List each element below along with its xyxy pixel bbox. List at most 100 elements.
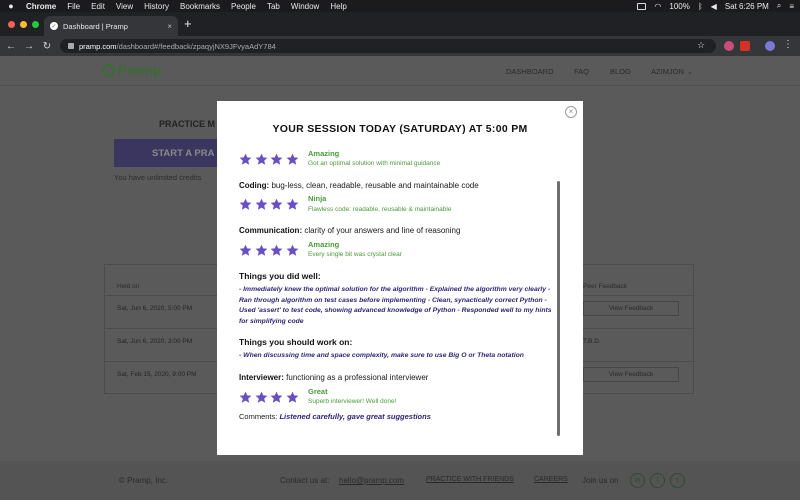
criterion-description: functioning as a professional interviewe… bbox=[286, 373, 429, 382]
rating-label: Amazing bbox=[308, 240, 340, 249]
comments-label: Comments: bbox=[239, 412, 278, 421]
bookmark-star-icon[interactable]: ☆ bbox=[697, 40, 710, 53]
menu-window[interactable]: Window bbox=[291, 2, 319, 11]
star-rating-communication bbox=[239, 244, 301, 257]
modal-close-icon[interactable]: × bbox=[565, 106, 577, 118]
work-on-text: - When discussing time and space complex… bbox=[239, 352, 524, 359]
twitter-icon[interactable]: t bbox=[670, 473, 685, 488]
star-icon bbox=[255, 391, 268, 404]
browser-tab-strip: ✓ Dashboard | Pramp × + bbox=[0, 12, 800, 36]
practice-heading: PRACTICE M bbox=[159, 119, 215, 129]
forward-arrow-icon[interactable]: → bbox=[22, 41, 36, 52]
star-icon bbox=[270, 244, 283, 257]
reload-icon[interactable]: ↻ bbox=[40, 41, 54, 52]
star-icon bbox=[239, 244, 252, 257]
menubar-clock[interactable]: Sat 6:26 PM bbox=[725, 2, 769, 11]
feedback-modal: × YOUR SESSION TODAY (SATURDAY) AT 5:00 … bbox=[217, 101, 583, 455]
row-date: Sat, Feb 15, 2020, 9:00 PM bbox=[117, 371, 197, 378]
address-bar[interactable]: pramp.com/dashboard#/feedback/zpaqyjNX9J… bbox=[60, 39, 716, 53]
star-icon bbox=[270, 153, 283, 166]
site-header: ✓ Pramp DASHBOARD FAQ BLOG AZIMJON ⌄ bbox=[0, 56, 800, 86]
menu-app-name[interactable]: Chrome bbox=[26, 2, 56, 11]
work-on-heading: Things you should work on: bbox=[239, 337, 353, 347]
mac-menubar: ● Chrome File Edit View History Bookmark… bbox=[0, 0, 800, 12]
modal-title: YOUR SESSION TODAY (SATURDAY) AT 5:00 PM bbox=[272, 123, 528, 135]
star-rating-coding bbox=[239, 198, 301, 211]
extension-icon[interactable] bbox=[724, 41, 734, 51]
start-practice-button[interactable]: START A PRA bbox=[114, 139, 218, 167]
close-window-button[interactable] bbox=[8, 21, 15, 28]
rating-description: Flawless code: readable, reusable & main… bbox=[308, 206, 452, 213]
profile-avatar[interactable] bbox=[765, 41, 775, 51]
tab-title: Dashboard | Pramp bbox=[63, 21, 128, 31]
star-icon bbox=[286, 153, 299, 166]
volume-icon[interactable]: ◀ bbox=[711, 2, 717, 11]
menu-tab[interactable]: Tab bbox=[267, 2, 280, 11]
menu-help[interactable]: Help bbox=[330, 2, 346, 11]
criterion-description: bug-less, clean, readable, reusable and … bbox=[271, 181, 479, 190]
maximize-window-button[interactable] bbox=[32, 21, 39, 28]
wifi-icon[interactable]: ◠ bbox=[654, 2, 661, 11]
check-logo-icon: ✓ bbox=[102, 63, 115, 77]
star-icon bbox=[286, 198, 299, 211]
search-icon[interactable]: ⌕ bbox=[777, 1, 781, 11]
gmail-extension-icon[interactable] bbox=[740, 41, 750, 51]
tab-close-icon[interactable]: × bbox=[167, 22, 172, 31]
menu-bookmarks[interactable]: Bookmarks bbox=[180, 2, 220, 11]
apple-icon[interactable]: ● bbox=[6, 1, 16, 11]
col-peer-feedback: Peer Feedback bbox=[583, 283, 628, 290]
bluetooth-icon[interactable]: ᛒ bbox=[698, 2, 703, 11]
menu-edit[interactable]: Edit bbox=[91, 2, 105, 11]
browser-tab[interactable]: ✓ Dashboard | Pramp × bbox=[44, 16, 178, 36]
url-host: pramp.com bbox=[79, 41, 117, 51]
star-rating-overall bbox=[239, 153, 301, 166]
view-feedback-button[interactable]: View Feedback bbox=[583, 301, 679, 316]
linkedin-icon[interactable]: in bbox=[630, 473, 645, 488]
logo-text: Pramp bbox=[118, 62, 162, 78]
footer-contact-label: Contact us at: bbox=[280, 476, 330, 485]
menu-people[interactable]: People bbox=[231, 2, 256, 11]
star-icon bbox=[270, 391, 283, 404]
menu-file[interactable]: File bbox=[67, 2, 80, 11]
comments-line: Comments: Listened carefully, gave great… bbox=[239, 412, 431, 421]
criterion-name: Communication: bbox=[239, 226, 303, 235]
star-icon bbox=[286, 391, 299, 404]
menu-view[interactable]: View bbox=[116, 2, 133, 11]
footer-join-label: Join us on bbox=[582, 476, 619, 485]
criterion-interviewer: Interviewer: functioning as a profession… bbox=[239, 373, 428, 382]
screen-icon[interactable] bbox=[637, 2, 647, 10]
credits-text: You have unlimited credits bbox=[114, 173, 202, 182]
rating-description: Superb interviewer! Well done! bbox=[308, 398, 397, 405]
nav-user[interactable]: AZIMJON bbox=[651, 67, 684, 76]
new-tab-button[interactable]: + bbox=[184, 17, 192, 31]
star-rating-interviewer bbox=[239, 391, 301, 404]
star-icon bbox=[239, 391, 252, 404]
star-icon bbox=[255, 153, 268, 166]
list-icon[interactable]: ≡ bbox=[789, 2, 794, 11]
row-status: T.B.D. bbox=[583, 338, 601, 345]
col-held-on: Held on bbox=[117, 283, 140, 290]
chevron-down-icon[interactable]: ⌄ bbox=[687, 67, 693, 76]
modal-scrollbar[interactable] bbox=[557, 181, 560, 436]
view-feedback-button[interactable]: View Feedback bbox=[583, 367, 679, 382]
facebook-icon[interactable]: f bbox=[650, 473, 665, 488]
minimize-window-button[interactable] bbox=[20, 21, 27, 28]
lock-icon[interactable] bbox=[68, 43, 74, 49]
nav-faq[interactable]: FAQ bbox=[574, 67, 589, 76]
row-date: Sat, Jun 6, 2020, 3:00 PM bbox=[117, 338, 193, 345]
comments-text: Listened carefully, gave great suggestio… bbox=[279, 412, 431, 421]
nav-blog[interactable]: BLOG bbox=[610, 67, 631, 76]
back-arrow-icon[interactable]: ← bbox=[4, 41, 18, 52]
rating-description: Every single bit was crystal clear bbox=[308, 251, 402, 258]
menu-history[interactable]: History bbox=[144, 2, 169, 11]
footer-practice-friends-link[interactable]: PRACTICE WITH FRIENDS bbox=[426, 476, 514, 483]
browser-menu-icon[interactable]: ⋮ bbox=[783, 39, 793, 50]
battery-percent[interactable]: 100% bbox=[669, 2, 689, 11]
footer-careers-link[interactable]: CAREERS bbox=[534, 476, 568, 483]
nav-dashboard[interactable]: DASHBOARD bbox=[506, 67, 554, 76]
criterion-communication: Communication: clarity of your answers a… bbox=[239, 226, 460, 235]
url-path: /dashboard#/feedback/zpaqyjNX9JFvyaAdY78… bbox=[116, 41, 276, 51]
star-icon bbox=[239, 153, 252, 166]
pramp-logo[interactable]: ✓ Pramp bbox=[102, 62, 162, 78]
footer-email-link[interactable]: hello@pramp.com bbox=[339, 476, 404, 485]
